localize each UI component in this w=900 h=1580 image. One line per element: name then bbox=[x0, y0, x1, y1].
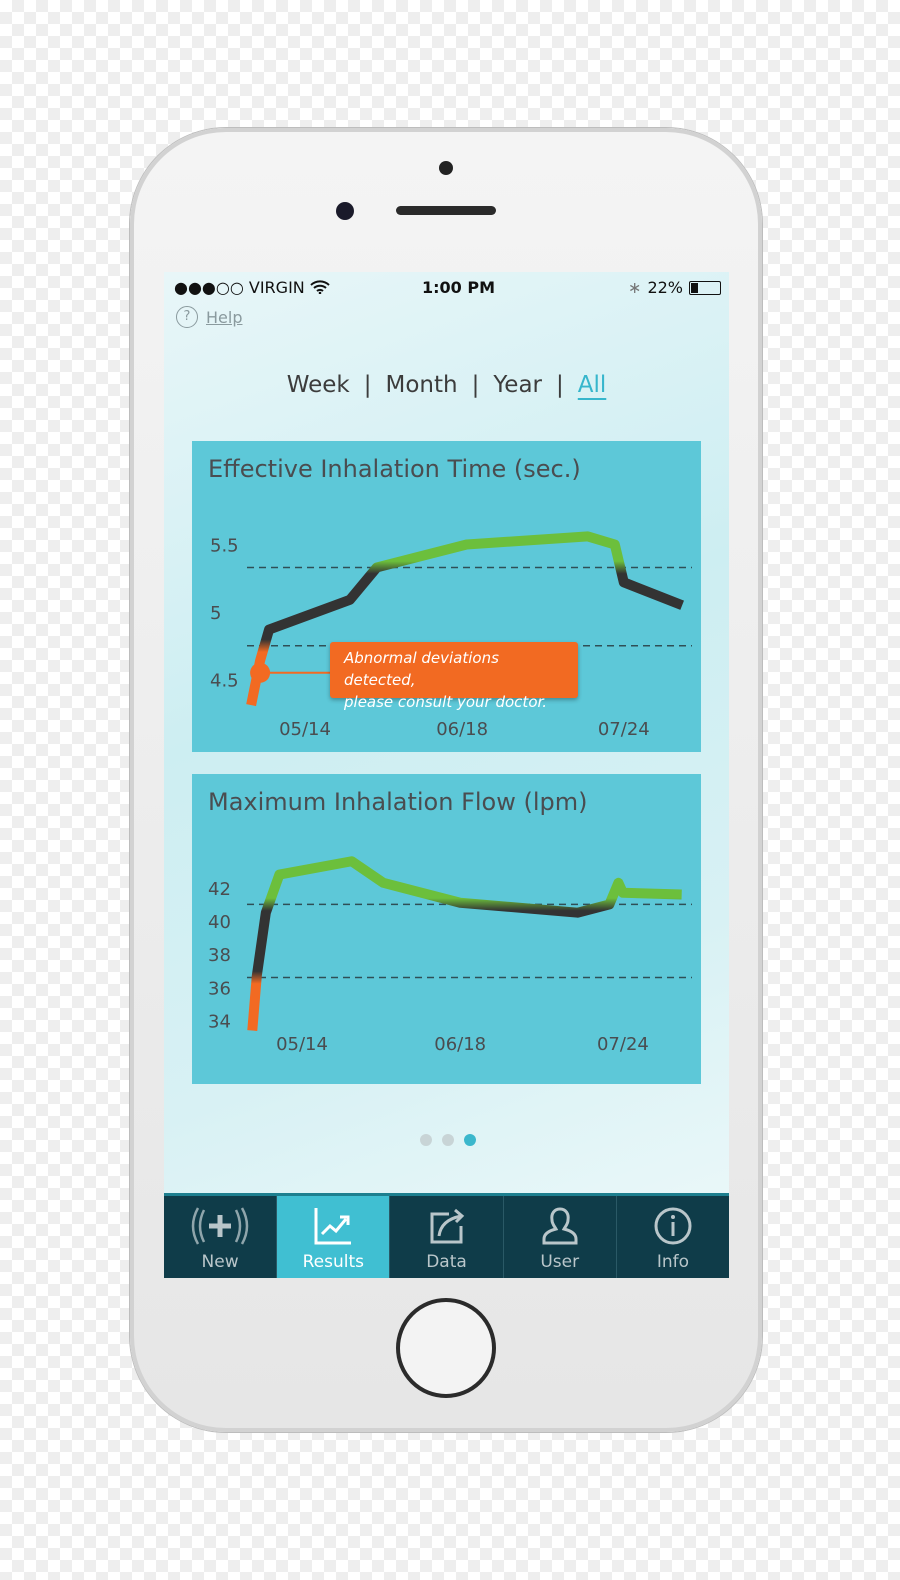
callout-line-1: Abnormal deviations detected, bbox=[344, 649, 499, 689]
info-icon bbox=[654, 1207, 692, 1245]
nav-info[interactable]: Info bbox=[615, 1196, 729, 1278]
y-tick-label: 5 bbox=[210, 603, 221, 624]
bottom-nav: New Results Data User Info bbox=[164, 1193, 729, 1278]
y-tick-label: 42 bbox=[208, 879, 231, 900]
tab-week[interactable]: Week bbox=[287, 372, 350, 398]
page-indicator bbox=[420, 1134, 476, 1146]
share-export-icon bbox=[430, 1208, 464, 1244]
y-tick-label: 34 bbox=[208, 1012, 231, 1033]
carrier-label: ●●●○○ VIRGIN bbox=[174, 278, 305, 297]
chart-panel-inhalation-time: Effective Inhalation Time (sec.) 5.5 5 4.5… bbox=[192, 441, 701, 752]
nav-label: User bbox=[540, 1252, 580, 1272]
chart-inhalation-flow: 42 40 38 36 34 05/14 06/18 07/24 bbox=[208, 856, 692, 1055]
abnormal-deviation-callout: Abnormal deviations detected, please con… bbox=[330, 642, 578, 711]
callout-marker bbox=[250, 662, 271, 683]
help-link[interactable]: ? Help bbox=[176, 306, 242, 328]
y-tick-label: 4.5 bbox=[210, 671, 239, 692]
chart-panel-inhalation-flow: Maximum Inhalation Flow (lpm) 42 40 38 36 34… bbox=[192, 774, 701, 1084]
plus-waves-icon bbox=[191, 1207, 249, 1245]
y-tick-label: 40 bbox=[208, 912, 231, 933]
separator: | bbox=[363, 372, 372, 398]
nav-user[interactable]: User bbox=[502, 1196, 616, 1278]
tab-all[interactable]: All bbox=[578, 372, 607, 398]
nav-label: Results bbox=[302, 1252, 364, 1272]
y-tick-label: 5.5 bbox=[210, 536, 239, 557]
data-line bbox=[247, 856, 682, 1031]
x-tick-label: 05/14 bbox=[276, 1034, 328, 1055]
page-dot[interactable] bbox=[420, 1134, 432, 1146]
wifi-icon bbox=[310, 280, 330, 295]
carrier: ●●●○○ VIRGIN bbox=[174, 278, 330, 297]
y-tick-label: 38 bbox=[208, 945, 231, 966]
user-icon bbox=[542, 1207, 578, 1245]
front-sensor bbox=[439, 161, 453, 175]
clock: 1:00 PM bbox=[422, 278, 496, 297]
battery-percent: 22% bbox=[647, 278, 683, 297]
front-camera bbox=[336, 202, 354, 220]
x-tick-label: 07/24 bbox=[598, 719, 650, 740]
nav-new[interactable]: New bbox=[164, 1196, 276, 1278]
nav-results[interactable]: Results bbox=[276, 1196, 390, 1278]
x-tick-label: 05/14 bbox=[279, 719, 331, 740]
page-dot[interactable] bbox=[442, 1134, 454, 1146]
tab-month[interactable]: Month bbox=[385, 372, 457, 398]
bluetooth-icon: ∗ bbox=[628, 278, 642, 297]
page-dot-active[interactable] bbox=[464, 1134, 476, 1146]
nav-data[interactable]: Data bbox=[389, 1196, 502, 1278]
home-button[interactable] bbox=[396, 1298, 496, 1398]
nav-label: New bbox=[201, 1252, 239, 1272]
callout-line-2: please consult your doctor. bbox=[344, 693, 548, 711]
tab-year[interactable]: Year bbox=[493, 372, 542, 398]
x-tick-label: 07/24 bbox=[597, 1034, 649, 1055]
x-tick-label: 06/18 bbox=[434, 1034, 486, 1055]
help-label: Help bbox=[206, 307, 243, 327]
chart-trend-icon bbox=[314, 1208, 352, 1245]
y-tick-label: 36 bbox=[208, 978, 231, 999]
battery-icon bbox=[689, 280, 721, 295]
nav-label: Data bbox=[426, 1252, 467, 1272]
question-circle-icon: ? bbox=[176, 306, 198, 328]
app-screen: ●●●○○ VIRGIN 1:00 PM ∗ 22% ? Help Week | M… bbox=[164, 272, 729, 1278]
separator: | bbox=[556, 372, 564, 398]
status-bar: ●●●○○ VIRGIN 1:00 PM ∗ 22% bbox=[174, 278, 721, 300]
range-tabs: Week | Month | Year | All bbox=[164, 372, 729, 398]
x-tick-label: 06/18 bbox=[436, 719, 488, 740]
nav-label: Info bbox=[656, 1252, 689, 1272]
separator: | bbox=[471, 372, 480, 398]
earpiece-speaker bbox=[396, 206, 496, 215]
